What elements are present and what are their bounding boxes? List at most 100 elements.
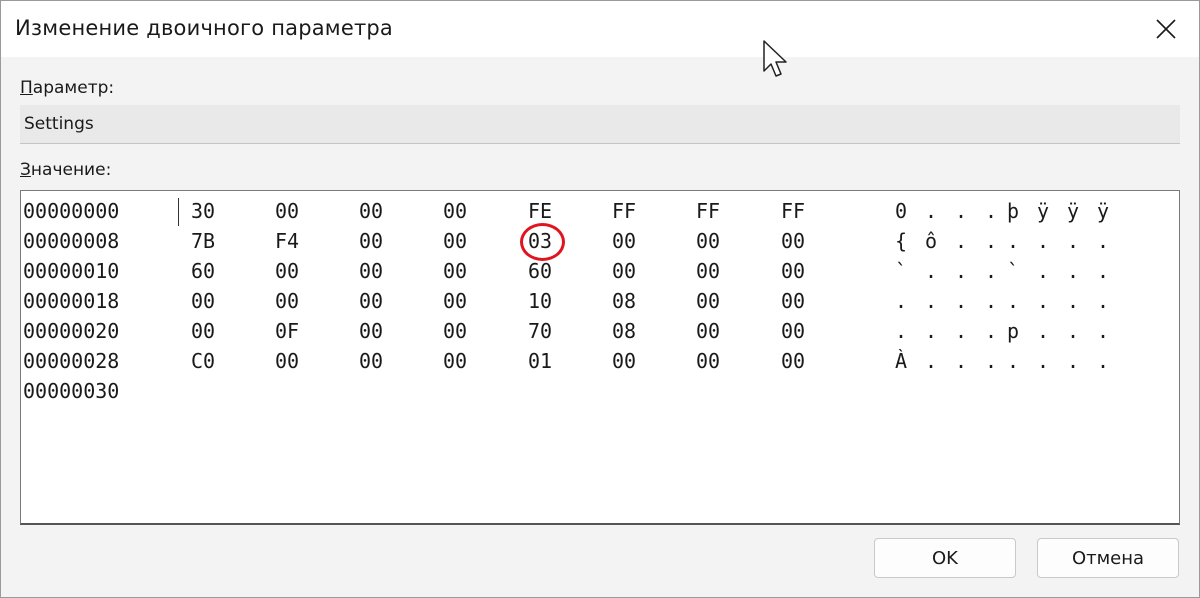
ascii-char[interactable]: . bbox=[985, 229, 997, 253]
hex-row[interactable]: 00000010 60 00 00 00 60 00 00 00 `... `... bbox=[21, 255, 1179, 285]
ascii-char[interactable]: p bbox=[1007, 319, 1019, 343]
ascii-char[interactable]: . bbox=[1067, 229, 1079, 253]
hex-byte[interactable]: 00 bbox=[612, 259, 636, 283]
hex-row[interactable]: 00000020 00 0F 00 00 70 08 00 00.... p... bbox=[21, 315, 1179, 345]
hex-byte[interactable]: F4 bbox=[275, 229, 299, 253]
ascii-char[interactable]: ` bbox=[895, 259, 907, 283]
hex-byte[interactable]: 01 bbox=[528, 349, 552, 373]
hex-byte[interactable]: FF bbox=[781, 199, 805, 223]
ascii-char[interactable]: . bbox=[985, 199, 997, 223]
ascii-char[interactable]: . bbox=[1007, 229, 1019, 253]
hex-byte[interactable]: 00 bbox=[696, 229, 720, 253]
ascii-char[interactable]: . bbox=[955, 289, 967, 313]
ascii-char[interactable]: ÿ bbox=[1097, 199, 1109, 223]
ascii-char[interactable]: . bbox=[1067, 349, 1079, 373]
ascii-char[interactable]: . bbox=[895, 319, 907, 343]
ascii-char[interactable]: À bbox=[895, 349, 907, 373]
close-button[interactable] bbox=[1131, 1, 1199, 57]
ascii-char[interactable]: ` bbox=[1007, 259, 1019, 283]
hex-byte[interactable]: 0F bbox=[275, 319, 299, 343]
ascii-char[interactable]: . bbox=[1067, 319, 1079, 343]
hex-byte[interactable]: 7B bbox=[191, 229, 215, 253]
hex-byte[interactable]: 00 bbox=[696, 349, 720, 373]
hex-byte[interactable]: 00 bbox=[359, 349, 383, 373]
hex-byte[interactable]: 00 bbox=[275, 199, 299, 223]
ascii-char[interactable]: . bbox=[925, 259, 937, 283]
hex-byte[interactable]: 00 bbox=[696, 259, 720, 283]
hex-byte[interactable]: 00 bbox=[443, 349, 467, 373]
ascii-char[interactable]: { bbox=[895, 229, 907, 253]
ascii-char[interactable]: þ bbox=[1007, 199, 1019, 223]
hex-byte[interactable]: 00 bbox=[443, 259, 467, 283]
hex-row[interactable]: 00000028 C0 00 00 00 01 00 00 00 À....... bbox=[21, 345, 1179, 375]
hex-row[interactable]: 00000018 00 00 00 00 10 08 00 00........ bbox=[21, 285, 1179, 315]
hex-byte[interactable]: 00 bbox=[781, 259, 805, 283]
hex-byte[interactable]: 60 bbox=[528, 259, 552, 283]
ascii-char[interactable]: . bbox=[1067, 289, 1079, 313]
hex-byte[interactable]: 00 bbox=[781, 289, 805, 313]
hex-byte[interactable]: C0 bbox=[191, 349, 215, 373]
ascii-char[interactable]: . bbox=[955, 319, 967, 343]
ascii-char[interactable]: . bbox=[985, 289, 997, 313]
ascii-char[interactable]: . bbox=[1037, 229, 1049, 253]
ascii-char[interactable]: . bbox=[955, 259, 967, 283]
hex-row[interactable]: 00000030 bbox=[21, 375, 1179, 405]
ascii-char[interactable]: . bbox=[985, 319, 997, 343]
hex-byte[interactable]: 00 bbox=[781, 319, 805, 343]
hex-byte[interactable]: FF bbox=[696, 199, 720, 223]
hex-byte[interactable]: 00 bbox=[359, 259, 383, 283]
hex-byte[interactable]: 08 bbox=[612, 319, 636, 343]
ok-button[interactable]: OK bbox=[874, 538, 1016, 578]
hex-editor[interactable]: 00000000 30 00 00 00 FE FF FF FF 0... þ ÿ ÿ ÿ 00000008… bbox=[20, 190, 1180, 525]
ascii-char[interactable]: . bbox=[895, 289, 907, 313]
ascii-char[interactable]: . bbox=[1097, 229, 1109, 253]
hex-byte[interactable]: 00 bbox=[781, 229, 805, 253]
hex-byte[interactable]: 00 bbox=[781, 349, 805, 373]
hex-byte[interactable]: 00 bbox=[612, 349, 636, 373]
ascii-char[interactable]: ÿ bbox=[1067, 199, 1079, 223]
hex-byte[interactable]: 00 bbox=[359, 289, 383, 313]
hex-byte[interactable]: 00 bbox=[696, 289, 720, 313]
ascii-char[interactable]: . bbox=[925, 349, 937, 373]
hex-byte[interactable]: FE bbox=[528, 199, 552, 223]
ascii-char[interactable]: . bbox=[925, 319, 937, 343]
hex-byte[interactable]: FF bbox=[612, 199, 636, 223]
ascii-char[interactable]: 0 bbox=[895, 199, 907, 223]
ascii-char[interactable]: ÿ bbox=[1037, 199, 1049, 223]
ascii-char[interactable]: . bbox=[925, 289, 937, 313]
ascii-char[interactable]: . bbox=[1067, 259, 1079, 283]
ascii-char[interactable]: . bbox=[1097, 289, 1109, 313]
title-bar[interactable]: Изменение двоичного параметра bbox=[1, 1, 1199, 57]
ascii-char[interactable]: . bbox=[955, 229, 967, 253]
ascii-char[interactable]: . bbox=[1037, 349, 1049, 373]
ascii-char[interactable]: ô bbox=[925, 229, 937, 253]
hex-byte[interactable]: 00 bbox=[191, 289, 215, 313]
hex-byte[interactable]: 10 bbox=[528, 289, 552, 313]
ascii-char[interactable]: . bbox=[1007, 289, 1019, 313]
hex-byte[interactable]: 60 bbox=[191, 259, 215, 283]
ascii-char[interactable]: . bbox=[1097, 319, 1109, 343]
hex-byte[interactable]: 00 bbox=[443, 229, 467, 253]
ascii-char[interactable]: . bbox=[955, 199, 967, 223]
hex-byte[interactable]: 00 bbox=[696, 319, 720, 343]
ascii-char[interactable]: . bbox=[985, 259, 997, 283]
hex-byte[interactable]: 00 bbox=[443, 199, 467, 223]
hex-row[interactable]: 00000000 30 00 00 00 FE FF FF FF 0... þ ÿ ÿ ÿ bbox=[21, 195, 1179, 226]
ascii-char[interactable]: . bbox=[925, 199, 937, 223]
ascii-char[interactable]: . bbox=[955, 349, 967, 373]
hex-byte[interactable]: 00 bbox=[443, 319, 467, 343]
hex-byte[interactable]: 30 bbox=[191, 199, 215, 223]
hex-byte[interactable]: 00 bbox=[359, 199, 383, 223]
hex-byte[interactable]: 00 bbox=[275, 349, 299, 373]
hex-byte[interactable]: 00 bbox=[275, 259, 299, 283]
ascii-char[interactable]: . bbox=[1037, 259, 1049, 283]
hex-byte[interactable]: 00 bbox=[191, 319, 215, 343]
ascii-char[interactable]: . bbox=[1097, 259, 1109, 283]
hex-byte[interactable]: 00 bbox=[359, 319, 383, 343]
hex-byte[interactable]: 70 bbox=[528, 319, 552, 343]
hex-byte[interactable]: 00 bbox=[443, 289, 467, 313]
ascii-char[interactable]: . bbox=[985, 349, 997, 373]
hex-byte[interactable]: 08 bbox=[612, 289, 636, 313]
hex-byte[interactable]: 00 bbox=[359, 229, 383, 253]
hex-byte[interactable]: 00 bbox=[275, 289, 299, 313]
